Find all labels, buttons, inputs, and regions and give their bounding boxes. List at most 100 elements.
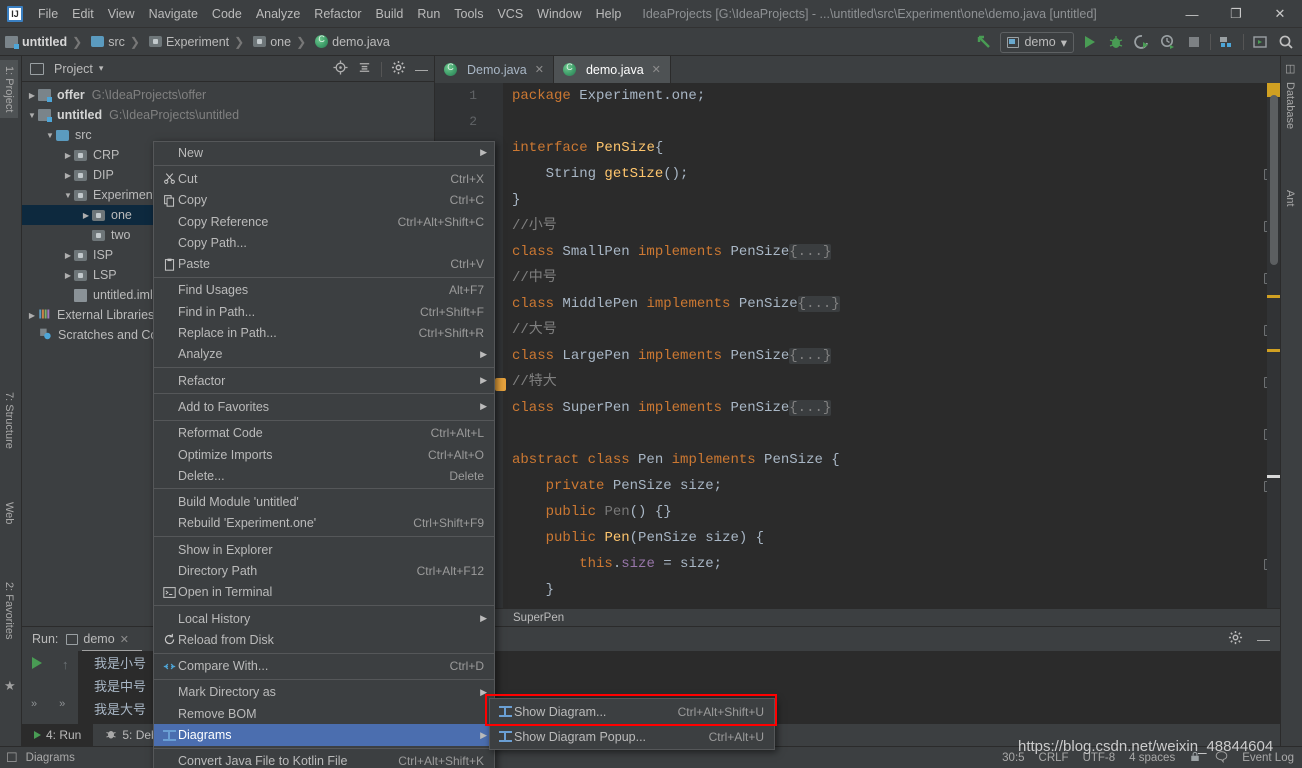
code-line[interactable]: abstract class Pen implements PenSize { xyxy=(512,447,1280,473)
code-line[interactable]: //大号 xyxy=(512,317,1280,343)
menu-item-mark-directory-as[interactable]: Mark Directory as ▶ xyxy=(154,682,494,703)
menu-item-reload-from-disk[interactable]: Reload from Disk xyxy=(154,629,494,650)
menu-item-analyze[interactable]: Analyze ▶ xyxy=(154,344,494,365)
close-icon[interactable]: ✕ xyxy=(652,63,661,76)
menu-item-optimize-imports[interactable]: Optimize Imports Ctrl+Alt+O xyxy=(154,444,494,465)
menu-item-refactor[interactable]: Refactor ▶ xyxy=(154,370,494,391)
menu-item-find-in-path[interactable]: Find in Path... Ctrl+Shift+F xyxy=(154,301,494,322)
run-tab-demo[interactable]: demo ✕ xyxy=(66,632,129,646)
menu-code[interactable]: Code xyxy=(205,3,249,25)
menu-file[interactable]: File xyxy=(31,3,65,25)
editor-vertical-scrollbar[interactable] xyxy=(1270,95,1278,265)
tree-expand-arrow-icon[interactable]: ▼ xyxy=(26,111,38,120)
context-menu[interactable]: New ▶ Cut Ctrl+X Copy Ctrl+C Copy Reference Ctr… xyxy=(153,141,495,768)
code-line[interactable]: package Experiment.one; xyxy=(512,83,1280,109)
caret-marker[interactable] xyxy=(1267,475,1280,478)
up-arrow-icon[interactable]: ↑ xyxy=(62,657,69,672)
chevron-down-icon[interactable]: ▾ xyxy=(99,63,104,74)
profile-button[interactable] xyxy=(1158,32,1178,52)
code-line[interactable]: } xyxy=(512,187,1280,213)
menu-item-delete[interactable]: Delete... Delete xyxy=(154,465,494,486)
tree-node-offer[interactable]: ▶ offer G:\IdeaProjects\offer xyxy=(22,85,434,105)
breadcrumb-untitled[interactable]: untitled xyxy=(0,35,68,49)
tree-expand-arrow-icon[interactable]: ▶ xyxy=(80,211,92,220)
code-line[interactable]: private PenSize size; xyxy=(512,473,1280,499)
code-editor[interactable]: 1 2 package Experiment.one; interface Pen… xyxy=(435,83,1280,626)
menu-item-cut[interactable]: Cut Ctrl+X xyxy=(154,168,494,189)
menu-refactor[interactable]: Refactor xyxy=(307,3,368,25)
menu-item-find-usages[interactable]: Find Usages Alt+F7 xyxy=(154,280,494,301)
code-line[interactable]: public Pen() {} xyxy=(512,499,1280,525)
updates-icon[interactable] xyxy=(1250,32,1270,52)
menu-item-compare-with[interactable]: Compare With... Ctrl+D xyxy=(154,656,494,677)
tree-expand-arrow-icon[interactable]: ▶ xyxy=(62,171,74,180)
menu-item-replace-in-path[interactable]: Replace in Path... Ctrl+Shift+R xyxy=(154,322,494,343)
code-line[interactable]: //小号 xyxy=(512,213,1280,239)
breadcrumb-demo-java[interactable]: demo.java xyxy=(310,34,391,49)
tree-expand-arrow-icon[interactable]: ▼ xyxy=(44,131,56,140)
menu-vcs[interactable]: VCS xyxy=(490,3,530,25)
maximize-button[interactable]: ❐ xyxy=(1214,0,1258,28)
code-line[interactable]: class SuperPen implements PenSize{...} xyxy=(512,395,1280,421)
menu-build[interactable]: Build xyxy=(369,3,411,25)
sidebar-item-ant[interactable]: Ant xyxy=(1281,184,1299,213)
tab-demo-java[interactable]: demo.java ✕ xyxy=(553,56,671,83)
menu-item-remove-bom[interactable]: Remove BOM xyxy=(154,703,494,724)
back-arrow-icon[interactable] xyxy=(974,32,994,52)
submenu-item-show-diagram-popup[interactable]: Show Diagram Popup... Ctrl+Alt+U xyxy=(490,724,774,749)
breadcrumb-experiment[interactable]: Experiment xyxy=(144,35,230,49)
run-with-coverage-button[interactable] xyxy=(1132,32,1152,52)
soft-wrap-icon[interactable]: » xyxy=(31,698,37,710)
sidebar-item-project[interactable]: 1: Project xyxy=(0,60,18,119)
menu-analyze[interactable]: Analyze xyxy=(249,3,307,25)
menu-item-show-in-explorer[interactable]: Show in Explorer xyxy=(154,539,494,560)
tree-expand-arrow-icon[interactable]: ▶ xyxy=(62,271,74,280)
sidebar-item-structure[interactable]: 7: Structure xyxy=(0,386,18,455)
rerun-icon[interactable] xyxy=(32,657,42,669)
menu-run[interactable]: Run xyxy=(410,3,447,25)
menu-item-copy[interactable]: Copy Ctrl+C xyxy=(154,190,494,211)
collapse-all-icon[interactable] xyxy=(357,60,372,78)
menu-edit[interactable]: Edit xyxy=(65,3,101,25)
menu-window[interactable]: Window xyxy=(530,3,588,25)
code-line[interactable] xyxy=(512,421,1280,447)
sidebar-item-favorites[interactable]: 2: Favorites xyxy=(0,576,18,645)
menu-item-build-module-untitled[interactable]: Build Module 'untitled' xyxy=(154,491,494,512)
code-line[interactable]: interface PenSize{ xyxy=(512,135,1280,161)
menu-item-open-in-terminal[interactable]: Open in Terminal xyxy=(154,582,494,603)
diagrams-submenu[interactable]: Show Diagram... Ctrl+Alt+Shift+U Show Diag… xyxy=(489,698,775,750)
code-line[interactable]: class MiddlePen implements PenSize{...} xyxy=(512,291,1280,317)
run-button[interactable] xyxy=(1080,32,1100,52)
hide-panel-icon[interactable]: — xyxy=(1257,632,1270,647)
tree-node-untitled[interactable]: ▼ untitled G:\IdeaProjects\untitled xyxy=(22,105,434,125)
code-line[interactable] xyxy=(512,109,1280,135)
menu-item-rebuild-experiment-one[interactable]: Rebuild 'Experiment.one' Ctrl+Shift+F9 xyxy=(154,513,494,534)
menu-item-convert-java-file-to-kotlin-file[interactable]: Convert Java File to Kotlin File Ctrl+Alt… xyxy=(154,751,494,768)
code-line[interactable]: //特大 xyxy=(512,369,1280,395)
breadcrumb-src[interactable]: src xyxy=(86,35,126,49)
tab-run[interactable]: 4: Run xyxy=(22,724,94,746)
gear-icon[interactable] xyxy=(1228,630,1243,648)
menu-tools[interactable]: Tools xyxy=(447,3,490,25)
tab-Demo-java[interactable]: Demo.java ✕ xyxy=(435,56,554,83)
tree-expand-arrow-icon[interactable]: ▼ xyxy=(62,191,74,200)
search-icon[interactable] xyxy=(1276,32,1296,52)
warning-marker[interactable] xyxy=(1267,349,1280,352)
breadcrumb-one[interactable]: one xyxy=(248,35,292,49)
menu-navigate[interactable]: Navigate xyxy=(142,3,205,25)
code-line[interactable]: this.size = size; xyxy=(512,551,1280,577)
close-icon[interactable]: ✕ xyxy=(535,63,544,76)
stop-button[interactable] xyxy=(1184,32,1204,52)
hide-panel-icon[interactable]: — xyxy=(415,62,428,77)
menu-view[interactable]: View xyxy=(101,3,142,25)
menu-item-add-to-favorites[interactable]: Add to Favorites ▶ xyxy=(154,396,494,417)
close-icon[interactable]: ✕ xyxy=(120,633,129,646)
code-line[interactable]: class LargePen implements PenSize{...} xyxy=(512,343,1280,369)
locate-icon[interactable] xyxy=(333,60,348,78)
code-line[interactable]: public Pen(PenSize size) { xyxy=(512,525,1280,551)
menu-item-directory-path[interactable]: Directory Path Ctrl+Alt+F12 xyxy=(154,560,494,581)
close-button[interactable]: ✕ xyxy=(1258,0,1302,28)
code-line[interactable]: //中号 xyxy=(512,265,1280,291)
scroll-to-end-icon[interactable]: » xyxy=(59,698,65,710)
intention-bulb-icon[interactable] xyxy=(495,378,506,391)
